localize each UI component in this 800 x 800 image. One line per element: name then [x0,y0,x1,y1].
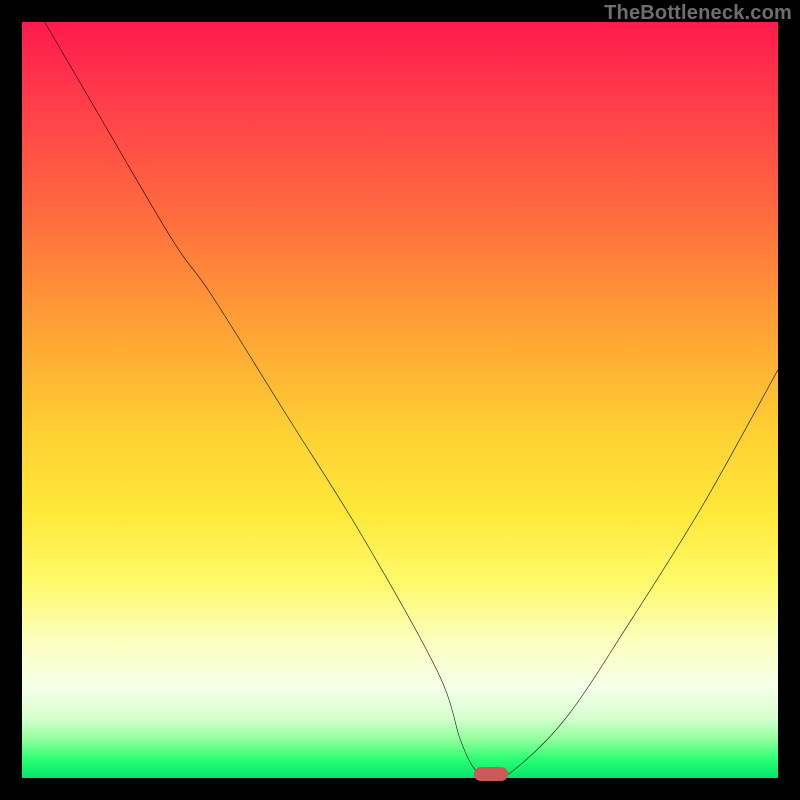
optimum-marker [474,767,508,781]
attribution-text: TheBottleneck.com [604,2,792,25]
bottleneck-curve [22,22,778,778]
chart-frame: TheBottleneck.com [0,0,800,800]
plot-area [22,22,778,778]
